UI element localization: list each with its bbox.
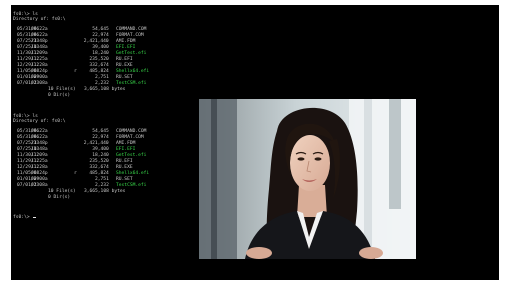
- woman-portrait-photo: [199, 99, 416, 259]
- listing2-directory-header: Directory of: fs0:\: [13, 119, 66, 124]
- text-cursor: [33, 217, 37, 218]
- file-time: 02:08a: [31, 183, 48, 188]
- file-time: 02:08a: [31, 81, 48, 86]
- listing1-directory-header: Directory of: fs0:\: [13, 17, 66, 22]
- terminal-screen[interactable]: fs0:\> ls Directory of: fs0:\ 05/31/96 06:2…: [11, 5, 499, 280]
- listing1-summary-dirs: 0 Dir(s): [48, 93, 71, 98]
- file-attr: r: [74, 171, 77, 176]
- file-attr: r: [74, 69, 77, 74]
- shell-prompt: fs0:\>: [13, 215, 37, 221]
- listing2-summary-dirs: 0 Dir(s): [48, 195, 71, 200]
